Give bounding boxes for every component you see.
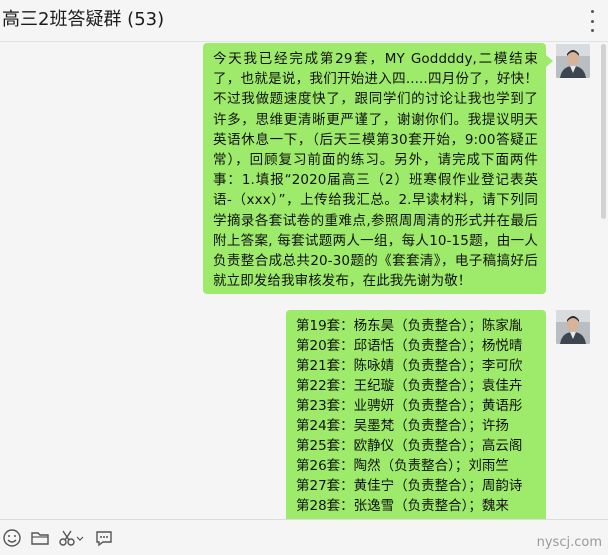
user-avatar[interactable] [556, 310, 590, 344]
assignment-line: 第24套：吴墨梵（负责整合）；许扬 [296, 418, 509, 434]
assignment-line: 第21套：陈咏婧（负责整合）；李可欣 [296, 358, 523, 374]
emoji-icon[interactable] [2, 528, 24, 548]
scrollbar-thumb[interactable] [601, 44, 606, 219]
assignment-line: 第25套：欧静仪（负责整合）；高云阁 [296, 438, 523, 454]
avatar-photo [556, 310, 590, 344]
assignment-line: 第20套：邱语恬（负责整合）；杨悦晴 [296, 338, 523, 354]
assignment-line: 第28套：张逸雪（负责整合）；魏来 [296, 498, 509, 514]
message-bubble[interactable]: 第19套：杨东昊（负责整合）；陈家胤 第20套：邱语恬（负责整合）；杨悦晴 第2… [286, 310, 546, 522]
avatar-photo [556, 44, 590, 78]
chat-header: 高三2班答疑群 (53) [0, 0, 608, 42]
folder-icon[interactable] [30, 528, 52, 548]
assignment-line: 第22套：王纪璇（负责整合）；袁佳卉 [296, 378, 523, 394]
input-toolbar: nyscj.com [0, 519, 608, 555]
user-avatar[interactable] [556, 44, 590, 78]
watermark: nyscj.com [536, 535, 602, 550]
message-text: 今天我已经完成第29套，MY Goddddy,二模结束了，也就是说，我们开始进入… [213, 51, 538, 290]
more-vertical-icon[interactable] [584, 10, 600, 32]
assignment-line: 第23套：业骋妍（负责整合）；黄语彤 [296, 398, 523, 414]
chat-history-icon[interactable] [94, 528, 116, 548]
scissors-icon[interactable] [58, 528, 84, 548]
assignment-line: 第19套：杨东昊（负责整合）；陈家胤 [296, 318, 523, 334]
assignment-line: 第27套：黄佳宁（负责整合）；周韵诗 [296, 478, 523, 494]
assignment-line: 第26套：陶然（负责整合）；刘雨竺 [296, 458, 509, 474]
message-bubble[interactable]: 今天我已经完成第29套，MY Goddddy,二模结束了，也就是说，我们开始进入… [203, 43, 553, 294]
chat-title: 高三2班答疑群 (53) [2, 9, 165, 30]
